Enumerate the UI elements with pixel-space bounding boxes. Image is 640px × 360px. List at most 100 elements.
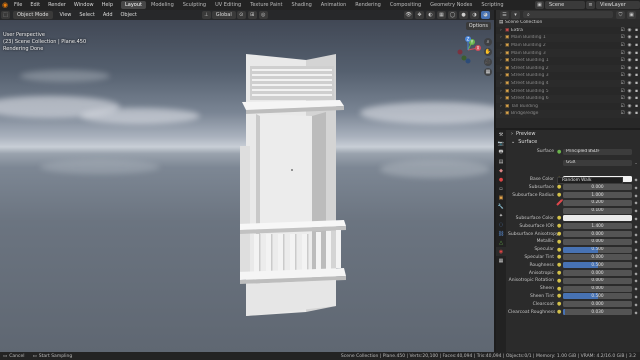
tool-tab-icon[interactable]: ⚒ <box>496 130 506 139</box>
keyframe-icon[interactable]: ◆ <box>632 255 640 260</box>
camera-icon[interactable]: ▪ <box>633 73 640 78</box>
view-layer-selector[interactable]: ViewLayer <box>596 1 640 9</box>
surface-shader-selector[interactable]: Principled BSDF <box>563 148 632 155</box>
keyframe-icon[interactable]: ◆ <box>632 208 640 213</box>
tab-rendering[interactable]: Rendering <box>351 1 385 9</box>
keyframe-icon[interactable]: ◆ <box>632 247 640 252</box>
eye-icon[interactable]: ◉ <box>626 28 633 33</box>
view-layer-tab-icon[interactable]: ▤ <box>496 157 506 166</box>
eye-icon[interactable]: ◉ <box>626 96 633 101</box>
outliner-item[interactable]: › ▣ Main Building 2 ☑ ◉ ▪ <box>496 42 640 50</box>
building-model[interactable] <box>238 54 350 320</box>
blender-logo-icon[interactable]: ◉ <box>0 0 10 10</box>
roughness-slider[interactable]: 0.500 <box>563 262 632 269</box>
shading-wireframe-icon[interactable]: ◯ <box>448 11 457 19</box>
checkbox-icon[interactable]: ☑ <box>619 28 626 33</box>
specular-tint-slider[interactable]: 0.000 <box>563 254 632 261</box>
navigation-gizmo[interactable]: X Y Z ⌕ ✋ 🎥 ▦ <box>454 36 494 80</box>
tab-modeling[interactable]: Modeling <box>147 1 178 9</box>
texture-tab-icon[interactable]: ▦ <box>496 256 506 265</box>
camera-icon[interactable]: ▪ <box>633 43 640 48</box>
keyframe-icon[interactable]: ◆ <box>632 271 640 276</box>
material-tab-icon[interactable]: ◉ <box>496 247 506 256</box>
checkbox-icon[interactable]: ☑ <box>619 81 626 86</box>
viewport-menu-add[interactable]: Add <box>99 12 117 18</box>
eye-icon[interactable]: ◉ <box>626 66 633 71</box>
keyframe-icon[interactable]: ◆ <box>632 310 640 315</box>
scene-icon[interactable]: ▣ <box>535 1 544 9</box>
eye-icon[interactable]: ◉ <box>626 73 633 78</box>
proportional-edit-icon[interactable]: ◎ <box>258 11 268 19</box>
checkbox-icon[interactable]: ☑ <box>619 51 626 56</box>
scene-tab-icon[interactable]: ◆ <box>496 166 506 175</box>
checkbox-icon[interactable]: ☑ <box>619 96 626 101</box>
editor-type-icon[interactable]: ⬚ <box>1 11 10 19</box>
distribution-selector[interactable]: GGX <box>563 159 632 166</box>
camera-icon[interactable]: ▪ <box>633 58 640 63</box>
constraints-tab-icon[interactable]: ⛓ <box>496 229 506 238</box>
camera-icon[interactable]: ▪ <box>633 104 640 109</box>
menu-render[interactable]: Render <box>44 2 70 8</box>
transform-orientation-icon[interactable]: ⊥ <box>201 11 211 19</box>
tab-sculpting[interactable]: Sculpting <box>179 1 210 9</box>
keyframe-icon[interactable]: ◆ <box>632 216 640 221</box>
tab-scripting[interactable]: Scripting <box>477 1 507 9</box>
viewport-menu-object[interactable]: Object <box>117 12 141 18</box>
metallic-slider[interactable]: 0.000 <box>563 238 632 245</box>
camera-icon[interactable]: ▪ <box>633 35 640 40</box>
modifier-tab-icon[interactable]: 🔧 <box>496 202 506 211</box>
xray-icon[interactable]: ▦ <box>437 11 446 19</box>
keyframe-icon[interactable]: ◆ <box>632 177 640 182</box>
tab-uv-editing[interactable]: UV Editing <box>211 1 245 9</box>
sheen-tint-slider[interactable]: 0.500 <box>563 293 632 300</box>
outliner-item[interactable]: › ▣ Extra ☑ ◉ ▪ <box>496 27 640 35</box>
surface-section[interactable]: ⌄ Surface <box>508 138 640 146</box>
3d-viewport[interactable]: ⬚ Object Mode View Select Add Object ⊥ Glob… <box>0 10 494 352</box>
eye-icon[interactable]: ◉ <box>626 111 633 116</box>
scene-selector[interactable]: Scene <box>545 1 585 9</box>
output-tab-icon[interactable]: 🖶 <box>496 148 506 157</box>
outliner-item[interactable]: › ▣ Street Building 3 ☑ ◉ ▪ <box>496 72 640 80</box>
menu-edit[interactable]: Edit <box>26 2 44 8</box>
clearcoat-roughness-slider[interactable]: 0.030 <box>563 309 632 316</box>
sheen-slider[interactable]: 0.000 <box>563 285 632 292</box>
camera-icon[interactable]: ▪ <box>633 66 640 71</box>
subsurface-color-swatch[interactable] <box>563 215 632 222</box>
outliner-item[interactable]: › ▣ Street Building 2 ☑ ◉ ▪ <box>496 64 640 73</box>
value-slider[interactable]: 0.100 <box>563 207 632 214</box>
outliner-item[interactable]: › ▣ Street Building 6 ☑ ◉ ▪ <box>496 94 640 103</box>
outliner-item[interactable]: › ▣ Street Building 4 ☑ ◉ ▪ <box>496 79 640 88</box>
particles-tab-icon[interactable]: ✦ <box>496 211 506 220</box>
keyframe-icon[interactable]: ◆ <box>632 224 640 229</box>
keyframe-icon[interactable]: ◆ <box>632 263 640 268</box>
camera-icon[interactable]: ▪ <box>633 96 640 101</box>
viewport-menu-view[interactable]: View <box>56 12 76 18</box>
eye-icon[interactable]: ◉ <box>626 43 633 48</box>
checkbox-icon[interactable]: ☑ <box>619 35 626 40</box>
physics-tab-icon[interactable]: ◌ <box>496 220 506 229</box>
camera-icon[interactable]: ▪ <box>633 51 640 56</box>
keyframe-icon[interactable]: ◆ <box>632 200 640 205</box>
collection-tab-icon[interactable]: ▫ <box>496 184 506 193</box>
tab-animation[interactable]: Animation <box>317 1 351 9</box>
keyframe-icon[interactable]: ◆ <box>632 193 640 198</box>
camera-view-icon[interactable]: 🎥 <box>484 58 492 66</box>
camera-icon[interactable]: ▪ <box>633 89 640 94</box>
ortho-grid-icon[interactable]: ▦ <box>484 68 492 76</box>
keyframe-icon[interactable]: ◆ <box>632 185 640 190</box>
eye-icon[interactable]: ◉ <box>626 51 633 56</box>
render-tab-icon[interactable]: 📷 <box>496 139 506 148</box>
subsurface-anisotropy-slider[interactable]: 0.000 <box>563 231 632 238</box>
data-tab-icon[interactable]: △ <box>496 238 506 247</box>
tab-shading[interactable]: Shading <box>287 1 315 9</box>
pan-hand-icon[interactable]: ✋ <box>484 48 492 56</box>
value-slider[interactable]: 0.200 <box>563 199 632 206</box>
overlays-icon[interactable]: ◐ <box>426 11 435 19</box>
checkbox-icon[interactable]: ☑ <box>619 104 626 109</box>
viewport-menu-select[interactable]: Select <box>75 12 98 18</box>
outliner-item[interactable]: › ▣ Bridge/edge ☑ ◉ ▪ <box>496 110 640 118</box>
shading-material-icon[interactable]: ◑ <box>470 11 479 19</box>
checkbox-icon[interactable]: ☑ <box>619 66 626 71</box>
tab-layout[interactable]: Layout <box>121 1 146 9</box>
filter-icon[interactable]: ⛉ <box>616 10 625 19</box>
